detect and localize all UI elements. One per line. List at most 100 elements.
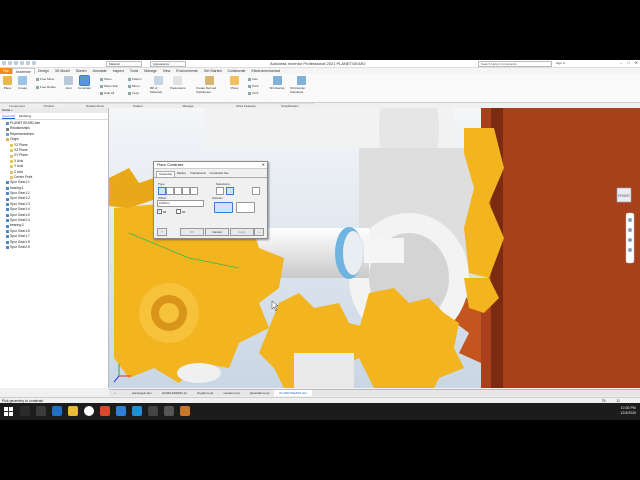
solution-mate-button[interactable] [214, 202, 233, 213]
view-cube[interactable]: FRONT [616, 187, 632, 203]
browser-tab-modeling[interactable]: Modeling [19, 114, 31, 118]
sign-in-link[interactable]: Sign In [556, 61, 565, 65]
type-label: Type [158, 182, 165, 186]
browser-node-icon [10, 165, 13, 169]
predict-offset-checkbox[interactable]: 60 [176, 209, 185, 214]
maximize-icon[interactable]: □ [627, 60, 629, 65]
browser-node[interactable]: Spur Gear2:5 [2, 245, 106, 250]
offset-input[interactable]: 0.000 in [157, 200, 204, 207]
help-icon[interactable]: ? [157, 228, 167, 236]
pick-part-first-button[interactable] [252, 187, 260, 195]
task-view-icon[interactable] [36, 406, 46, 416]
autodesk-app-icon[interactable] [148, 406, 158, 416]
redo-icon[interactable] [32, 61, 36, 65]
doc-tab[interactable]: planetgear.iam [127, 390, 157, 396]
dialog-tab-transitional[interactable]: Transitional [188, 171, 207, 177]
shrinkwrap-substitute-button[interactable]: Shrinkwrap Substitute [290, 76, 312, 94]
cancel-button[interactable]: Cancel [205, 228, 229, 236]
insert-type-button[interactable] [182, 187, 190, 195]
hide-all-button[interactable]: Hide All [100, 91, 114, 95]
search-icon[interactable] [20, 406, 30, 416]
store-icon[interactable] [132, 406, 142, 416]
dialog-tab-assembly[interactable]: Assembly [156, 171, 176, 177]
assembly-scene: FRONT [109, 108, 640, 388]
ok-button[interactable]: OK [180, 228, 204, 236]
home-icon[interactable]: ⌂ [109, 390, 127, 396]
solution-flush-button[interactable] [236, 202, 255, 213]
angle-type-button[interactable] [166, 187, 174, 195]
help-search-input[interactable]: Search Help & Commands... [478, 61, 552, 67]
mirror-button[interactable]: Mirror [128, 84, 140, 88]
shrinkwrap-substitute-icon [296, 76, 306, 85]
material-dropdown[interactable]: Material [106, 61, 142, 67]
taskbar-clock[interactable]: 10:30 PM 12/3/2020 [620, 406, 636, 416]
parameters-button[interactable]: Parameters [170, 76, 186, 90]
tangent-type-button[interactable] [174, 187, 182, 195]
dialog-tab-motion[interactable]: Motion [175, 171, 188, 177]
document-tabs: ⌂ planetgear.iam HANDLEDEMO.ipt ringdemo… [109, 389, 640, 396]
show-sick-button[interactable]: Show Sick [100, 84, 118, 88]
close-icon[interactable]: ✕ [635, 60, 638, 65]
inventor-app-icon[interactable] [164, 406, 174, 416]
show-sick-icon [100, 84, 103, 88]
open-icon[interactable] [14, 61, 18, 65]
browser-node-icon [6, 181, 9, 185]
ucs-icon [248, 91, 251, 95]
browser-node-icon [6, 230, 9, 233]
dialog-tabs: Assembly Motion Transitional Constraint … [154, 171, 267, 178]
navigation-bar[interactable] [625, 212, 635, 264]
joint-button[interactable]: Joint [64, 76, 73, 90]
constrain-button[interactable]: Constrain [78, 75, 91, 90]
free-rotate-button[interactable]: Free Rotate [36, 85, 56, 89]
app-menu-icon[interactable] [2, 61, 6, 65]
dialog-tab-constraint-set[interactable]: Constraint Set [207, 171, 230, 177]
point-button[interactable]: Point [248, 84, 259, 88]
windows-start-icon[interactable] [4, 407, 13, 416]
quick-access-toolbar [2, 61, 36, 65]
axis-icon [248, 77, 251, 81]
doc-tab-active[interactable]: PLANETGEAR2.iam [274, 390, 312, 396]
browser-tab-assembly[interactable]: Assembly [2, 114, 15, 118]
more-options-icon[interactable]: » [254, 228, 264, 236]
doc-tab[interactable]: HANDLEDEMO.ipt [157, 390, 192, 396]
browser-node-icon [10, 154, 13, 158]
selection-2-button[interactable] [226, 187, 234, 195]
minimize-icon[interactable]: – [620, 60, 622, 65]
symmetry-type-button[interactable] [190, 187, 198, 195]
mail-icon[interactable] [116, 406, 126, 416]
appearance-dropdown[interactable]: Appearance [150, 61, 186, 67]
browser-node-icon [10, 149, 13, 153]
create-button[interactable]: Create [18, 76, 27, 90]
doc-tab[interactable]: planetdemo.ipt [245, 390, 275, 396]
edge-icon[interactable] [52, 406, 62, 416]
graphics-viewport[interactable]: FRONT [109, 108, 640, 388]
save-icon[interactable] [20, 61, 24, 65]
place-button[interactable]: Place [3, 76, 12, 90]
free-move-button[interactable]: Free Move [36, 77, 54, 81]
dialog-close-icon[interactable]: ✕ [262, 162, 265, 167]
svg-text:FRONT: FRONT [618, 194, 631, 198]
apply-button[interactable]: Apply [230, 228, 254, 236]
create-derived-button[interactable]: Create Derived Substitutes [196, 76, 222, 94]
browser-node-icon [6, 192, 9, 196]
doc-tab[interactable]: sundemo.ipt [218, 390, 244, 396]
show-button[interactable]: Show [100, 77, 112, 81]
plane-button[interactable]: Plane [230, 76, 239, 90]
bill-of-materials-button[interactable]: Bill of Materials [150, 76, 166, 94]
axis-button[interactable]: Axis [248, 77, 258, 81]
inventor-active-icon[interactable] [180, 406, 190, 416]
chrome-icon[interactable] [84, 406, 94, 416]
carrier-pin[interactable] [177, 363, 221, 383]
undo-icon[interactable] [26, 61, 30, 65]
new-icon[interactable] [8, 61, 12, 65]
ucs-button[interactable]: UCS [248, 91, 258, 95]
selection-1-button[interactable] [216, 187, 224, 195]
file-explorer-icon[interactable] [68, 406, 78, 416]
show-preview-checkbox[interactable]: ✓ 66 [157, 209, 166, 214]
mate-type-button[interactable] [158, 187, 166, 195]
shrinkwrap-button[interactable]: Shrinkwrap [268, 76, 286, 90]
office-icon[interactable] [100, 406, 110, 416]
copy-button[interactable]: Copy [128, 91, 139, 95]
doc-tab[interactable]: ringdemo.ipt [192, 390, 219, 396]
pattern-button[interactable]: Pattern [128, 77, 142, 81]
